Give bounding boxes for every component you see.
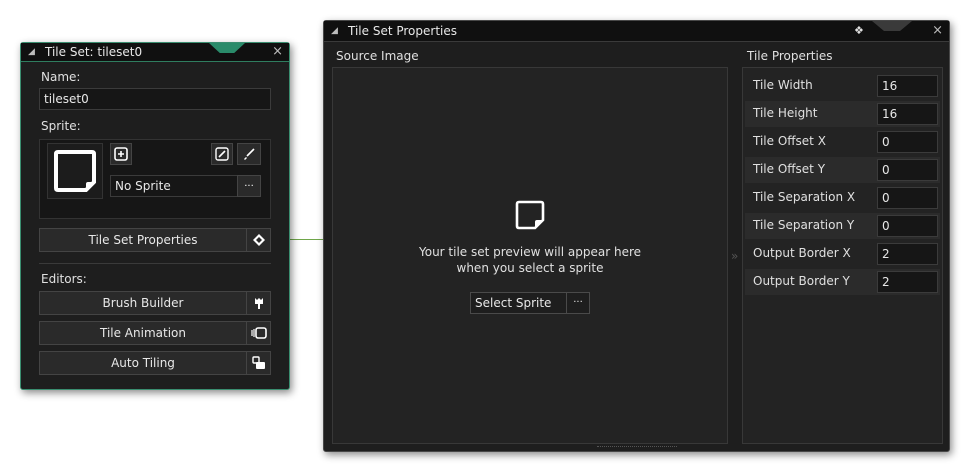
property-label: Tile Width: [753, 78, 813, 92]
tile-animation-label: Tile Animation: [99, 326, 186, 340]
tileset-panel-titlebar[interactable]: ◢ Tile Set: tileset0 ×: [21, 43, 289, 62]
property-label: Tile Offset Y: [753, 162, 826, 176]
sprite-thumbnail[interactable]: [47, 143, 103, 199]
tile-properties-label: Tile Properties: [747, 49, 833, 63]
brush-builder-icon: [246, 292, 270, 314]
edit-sprite-button[interactable]: [211, 143, 233, 165]
name-field[interactable]: tileset0: [39, 88, 271, 110]
source-image-label: Source Image: [336, 49, 419, 63]
properties-panel-title: Tile Set Properties: [348, 24, 457, 38]
property-row: Output Border Y 2: [745, 269, 940, 295]
tileset-panel-title: Tile Set: tileset0: [45, 45, 143, 59]
tileset-properties-label: Tile Set Properties: [88, 233, 198, 247]
property-row: Tile Height 16: [745, 101, 940, 127]
property-row: Tile Separation Y 0: [745, 213, 940, 239]
add-sprite-button[interactable]: [110, 143, 132, 165]
name-label: Name:: [41, 70, 81, 84]
property-row: Tile Width 16: [745, 73, 940, 99]
tile-separation-y-field[interactable]: 0: [877, 215, 938, 237]
close-icon[interactable]: ×: [932, 21, 943, 41]
auto-tiling-button[interactable]: Auto Tiling: [39, 351, 271, 375]
tile-offset-x-field[interactable]: 0: [877, 131, 938, 153]
tileset-properties-button[interactable]: Tile Set Properties: [39, 228, 271, 252]
preview-placeholder-icon: [515, 200, 545, 230]
panel-splitter[interactable]: »: [731, 249, 738, 263]
output-border-y-field[interactable]: 2: [877, 271, 938, 293]
sprite-browse-button[interactable]: ···: [237, 175, 261, 197]
brush-builder-label: Brush Builder: [102, 296, 184, 310]
tile-animation-button[interactable]: Tile Animation: [39, 321, 271, 345]
auto-tiling-icon: [246, 352, 270, 374]
panel-divider: [39, 263, 271, 264]
auto-tiling-label: Auto Tiling: [111, 356, 175, 370]
select-sprite-button[interactable]: Select Sprite ···: [470, 292, 590, 314]
property-label: Tile Separation Y: [753, 218, 855, 232]
tile-properties-list: Tile Width 16 Tile Height 16 Tile Offset…: [742, 67, 943, 444]
source-image-preview: Your tile set preview will appear here w…: [332, 67, 728, 444]
sprite-thumbnail-icon: [54, 150, 96, 192]
tile-animation-icon: [246, 322, 270, 344]
resize-grip[interactable]: [597, 446, 677, 450]
property-label: Output Border X: [753, 246, 851, 260]
brush-icon: [244, 148, 255, 160]
panel-connector-line: [290, 239, 324, 240]
collapse-icon[interactable]: ◢: [28, 43, 35, 61]
sprite-label: Sprite:: [41, 119, 81, 133]
close-icon[interactable]: ×: [272, 43, 283, 61]
collapse-icon[interactable]: ◢: [331, 21, 338, 41]
pin-icon[interactable]: ❖: [854, 21, 864, 41]
select-sprite-more-button[interactable]: ···: [566, 293, 589, 313]
preview-message-line1: Your tile set preview will appear here: [418, 245, 642, 259]
tile-height-field[interactable]: 16: [877, 103, 938, 125]
properties-panel-titlebar[interactable]: ◢ Tile Set Properties ❖ ×: [324, 21, 949, 42]
property-label: Tile Separation X: [753, 190, 856, 204]
tileset-properties-panel: ◢ Tile Set Properties ❖ × Source Image Y…: [323, 20, 950, 452]
tile-width-field[interactable]: 16: [877, 75, 938, 97]
sprite-select-field[interactable]: No Sprite: [110, 175, 238, 197]
add-sprite-icon: [114, 147, 128, 161]
preview-message-line2: when you select a sprite: [456, 261, 604, 275]
tileset-properties-icon: [246, 229, 270, 251]
property-row: Output Border X 2: [745, 241, 940, 267]
property-label: Tile Offset X: [753, 134, 826, 148]
brush-button[interactable]: [237, 143, 261, 165]
output-border-x-field[interactable]: 2: [877, 243, 938, 265]
panel-notch: [872, 21, 912, 31]
tile-offset-y-field[interactable]: 0: [877, 159, 938, 181]
editors-label: Editors:: [41, 272, 87, 286]
tile-separation-x-field[interactable]: 0: [877, 187, 938, 209]
panel-notch: [209, 43, 245, 53]
edit-sprite-icon: [215, 147, 229, 161]
property-row: Tile Separation X 0: [745, 185, 940, 211]
property-label: Tile Height: [753, 106, 818, 120]
property-label: Output Border Y: [753, 274, 850, 288]
property-row: Tile Offset X 0: [745, 129, 940, 155]
tileset-panel: ◢ Tile Set: tileset0 × Name: tileset0 Sp…: [20, 42, 290, 390]
select-sprite-label: Select Sprite: [475, 296, 552, 310]
property-row: Tile Offset Y 0: [745, 157, 940, 183]
brush-builder-button[interactable]: Brush Builder: [39, 291, 271, 315]
